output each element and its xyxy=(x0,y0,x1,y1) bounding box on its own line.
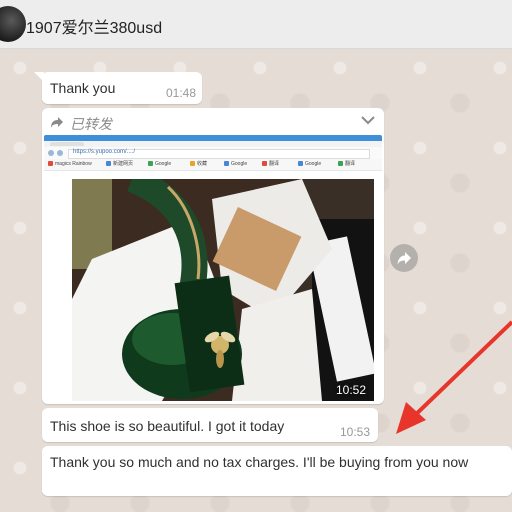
message-bubble-reply[interactable]: Thank you so much and no tax charges. I'… xyxy=(42,446,512,496)
forwarded-screenshot[interactable]: https://s.yupoo.com/..../ magics Rainbow… xyxy=(44,135,382,401)
chevron-down-icon[interactable] xyxy=(360,114,376,126)
bookmark-item: Google xyxy=(148,160,171,169)
bookmark-item: 翻译 xyxy=(338,160,355,169)
bookmark-item: Google xyxy=(224,160,247,169)
forward-icon xyxy=(57,150,63,156)
shoe-photo-illustration xyxy=(72,179,374,401)
annotation-arrow xyxy=(396,320,512,434)
bookmark-item: 新建网页 xyxy=(106,160,133,169)
message-bubble-forwarded-image[interactable]: 已转发 https://s.yupoo.com/..../ magics Rai… xyxy=(42,108,384,404)
share-forward-icon xyxy=(397,252,411,265)
chat-header: 1907爱尔兰380usd xyxy=(0,0,512,49)
contact-name[interactable]: 1907爱尔兰380usd xyxy=(26,14,162,38)
avatar[interactable] xyxy=(0,6,26,42)
forward-arrow-icon xyxy=(51,117,63,128)
forwarded-label: 已转发 xyxy=(70,116,112,132)
message-bubble-thanks[interactable]: Thank you 01:48 xyxy=(34,72,202,104)
photo-time: 10:52 xyxy=(335,383,366,397)
back-icon xyxy=(48,150,54,156)
url-box: https://s.yupoo.com/..../ xyxy=(68,149,370,159)
message-time: 10:53 xyxy=(339,425,370,439)
message-text: Thank you so much and no tax charges. I'… xyxy=(50,454,469,470)
message-text: This shoe is so beautiful. I got it toda… xyxy=(50,418,285,434)
url-text: https://s.yupoo.com/..../ xyxy=(73,149,136,155)
browser-tab xyxy=(50,142,84,146)
message-text: Thank you xyxy=(50,80,116,96)
shoe-photo[interactable]: 10:52 xyxy=(72,179,374,401)
bubble-tail xyxy=(34,72,44,82)
bookmark-item: 收藏 xyxy=(190,160,207,169)
bookmark-item: Google xyxy=(298,160,321,169)
bookmarks-bar: magics Rainbow 新建网页 Google 收藏 Google 翻译 … xyxy=(44,159,382,171)
message-bubble-beautiful[interactable]: This shoe is so beautiful. I got it toda… xyxy=(42,408,378,442)
message-time: 01:48 xyxy=(165,86,196,100)
bookmark-item: 翻译 xyxy=(262,160,279,169)
forward-message-button[interactable] xyxy=(390,244,418,272)
bookmark-item: magics Rainbow xyxy=(48,160,92,169)
